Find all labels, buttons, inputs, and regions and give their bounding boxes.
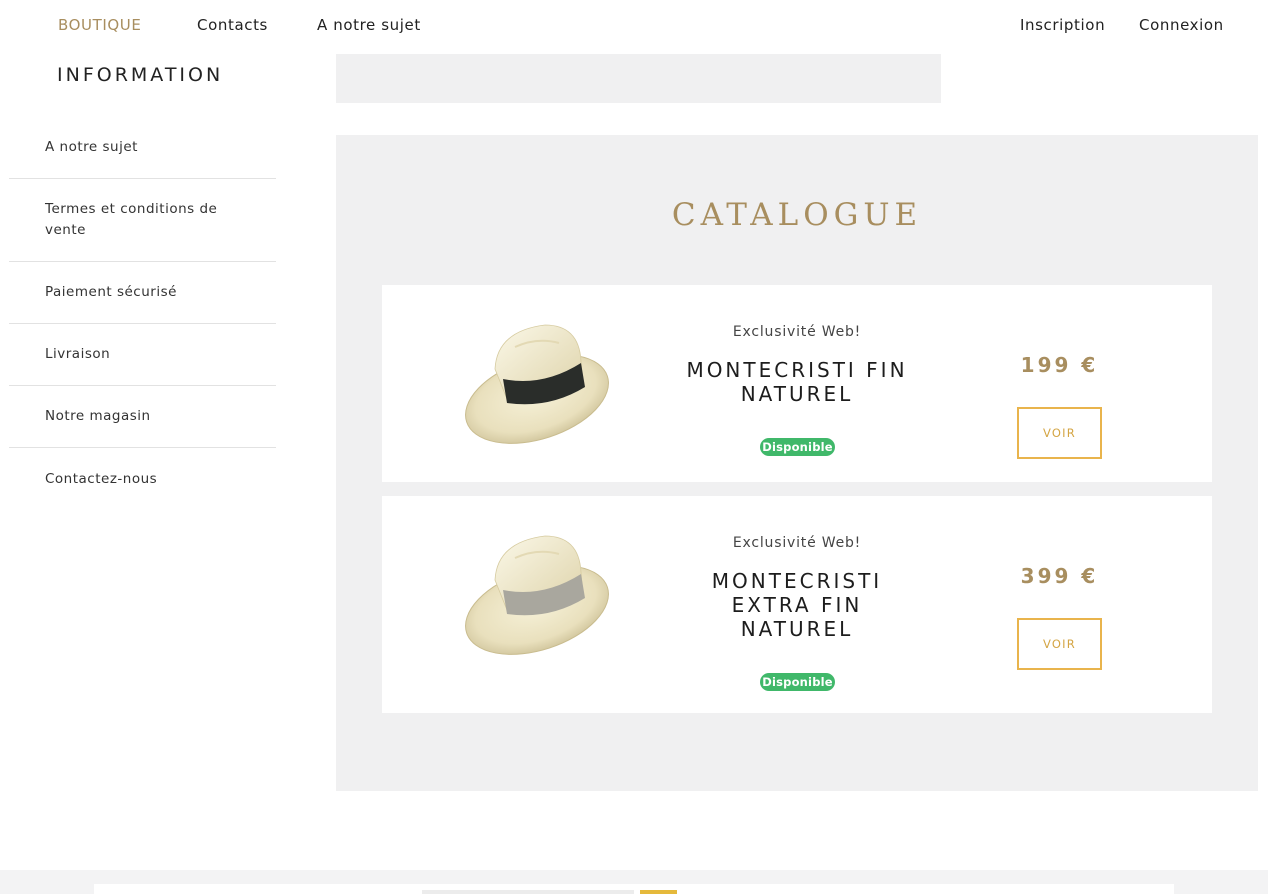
product-price: 199 € xyxy=(1020,353,1099,377)
catalogue-section: CATALOGUE Exclusivité Web! MONTECRISTI F… xyxy=(336,135,1258,791)
product-card: Exclusivité Web! MONTECRISTI FIN NATUREL… xyxy=(382,285,1212,482)
catalogue-title: CATALOGUE xyxy=(671,197,923,233)
sidebar-item-label: Contactez-nous xyxy=(45,470,158,487)
nav-a-notre-sujet[interactable]: A notre sujet xyxy=(317,16,421,34)
top-navigation: BOUTIQUE Contacts A notre sujet Inscript… xyxy=(0,0,1268,52)
sidebar-item-termes-conditions[interactable]: Termes et conditions de vente xyxy=(9,179,276,262)
availability-badge: Disponible xyxy=(760,438,835,456)
nav-boutique[interactable]: BOUTIQUE xyxy=(58,16,141,34)
product-name[interactable]: MONTECRISTI EXTRA FIN NATUREL xyxy=(682,569,912,641)
sidebar-item-label: Notre magasin xyxy=(45,408,151,424)
sidebar-item-livraison[interactable]: Livraison xyxy=(9,324,276,386)
nav-inscription[interactable]: Inscription xyxy=(1020,16,1105,34)
nav-contacts[interactable]: Contacts xyxy=(197,16,268,34)
newsletter-submit-button[interactable] xyxy=(640,890,677,894)
product-image-hat[interactable] xyxy=(457,317,617,452)
sidebar-item-label: A notre sujet xyxy=(45,139,138,155)
voir-button[interactable]: VOIR xyxy=(1017,618,1102,670)
product-card: Exclusivité Web! MONTECRISTI EXTRA FIN N… xyxy=(382,496,1212,713)
product-tag: Exclusivité Web! xyxy=(732,324,862,340)
product-image-hat[interactable] xyxy=(457,528,617,663)
sidebar-item-paiement[interactable]: Paiement sécurisé xyxy=(9,262,276,324)
sidebar-menu: A notre sujet Termes et conditions de ve… xyxy=(9,117,276,510)
sidebar-item-a-notre-sujet[interactable]: A notre sujet xyxy=(9,117,276,179)
sidebar-item-label: Paiement sécurisé xyxy=(45,284,177,300)
footer-newsletter-box xyxy=(94,884,1174,894)
sidebar-item-contactez-nous[interactable]: Contactez-nous xyxy=(9,448,276,510)
voir-button[interactable]: VOIR xyxy=(1017,407,1102,459)
newsletter-input[interactable] xyxy=(422,890,634,894)
product-price: 399 € xyxy=(1020,564,1099,588)
availability-badge: Disponible xyxy=(760,673,835,691)
product-name[interactable]: MONTECRISTI FIN NATUREL xyxy=(682,358,912,406)
nav-connexion[interactable]: Connexion xyxy=(1139,16,1224,34)
top-banner-placeholder xyxy=(336,54,941,103)
sidebar-title: INFORMATION xyxy=(57,64,224,86)
sidebar-item-notre-magasin[interactable]: Notre magasin xyxy=(9,386,276,448)
sidebar-item-label: Livraison xyxy=(45,346,111,362)
product-tag: Exclusivité Web! xyxy=(732,535,862,551)
sidebar-item-label: Termes et conditions de vente xyxy=(45,201,218,238)
